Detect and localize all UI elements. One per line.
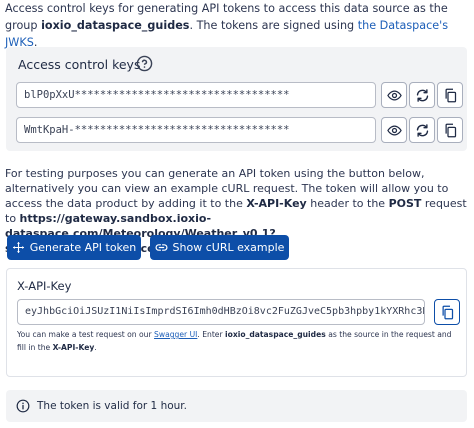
copy-icon: [442, 305, 453, 319]
move-arrows-icon: [12, 242, 24, 253]
token-note-group: ioxio_dataspace_guides: [225, 330, 326, 339]
token-note-header: X-API-Key: [52, 343, 95, 352]
intro-line-rest: . The tokens are signed using: [189, 19, 355, 32]
copy-icon: [445, 88, 456, 102]
refresh-icon: [416, 88, 428, 102]
reveal-key-1-button[interactable]: [381, 82, 407, 108]
swagger-ui-link[interactable]: Swagger UI: [154, 330, 197, 339]
refresh-icon: [416, 123, 428, 137]
api-token-field[interactable]: eyJhbGciOiJSUzI1NiIsImprdSI6Imh0dHBzOi8v…: [17, 299, 425, 325]
copy-key-1-button[interactable]: [437, 82, 463, 108]
regenerate-key-2-button[interactable]: [409, 117, 435, 143]
intro-text: Access control keys for generating API t…: [5, 0, 467, 51]
generate-api-token-label: Generate API token: [29, 241, 137, 254]
access-key-field-2[interactable]: WmtKpaH-********************************…: [16, 117, 376, 143]
show-curl-example-button[interactable]: Show cURL example: [150, 235, 289, 260]
testing-text-2: header to the: [310, 197, 386, 210]
copy-token-button[interactable]: [434, 299, 460, 325]
eye-icon: [386, 124, 402, 136]
token-note-text-2: . Enter: [197, 330, 223, 339]
reveal-key-2-button[interactable]: [381, 117, 407, 143]
api-token-note: You can make a test request on our Swagg…: [17, 328, 462, 354]
token-note-period: .: [94, 343, 97, 352]
access-control-keys-title: Access control keys: [18, 57, 141, 72]
regenerate-key-1-button[interactable]: [409, 82, 435, 108]
token-validity-text: The token is valid for 1 hour.: [37, 400, 187, 412]
eye-icon: [386, 89, 402, 101]
copy-key-2-button[interactable]: [437, 117, 463, 143]
token-note-text-1: You can make a test request on our: [17, 330, 152, 339]
info-icon: [16, 399, 30, 413]
testing-header-name: X-API-Key: [246, 197, 307, 210]
api-token-label: X-API-Key: [17, 279, 72, 293]
access-key-field-1[interactable]: blP0pXxU********************************…: [16, 82, 376, 108]
testing-method: POST: [388, 197, 422, 210]
access-control-keys-panel: Access control keys blP0pXxU************…: [6, 47, 467, 151]
help-icon[interactable]: [136, 55, 153, 72]
generate-api-token-button[interactable]: Generate API token: [7, 235, 141, 260]
copy-icon: [445, 123, 456, 137]
intro-group-name: ioxio_dataspace_guides: [41, 19, 190, 32]
link-icon: [155, 244, 167, 251]
show-curl-example-label: Show cURL example: [172, 241, 285, 254]
token-validity-info: The token is valid for 1 hour.: [6, 390, 467, 422]
api-token-panel: X-API-Key eyJhbGciOiJSUzI1NiIsImprdSI6Im…: [6, 268, 467, 377]
